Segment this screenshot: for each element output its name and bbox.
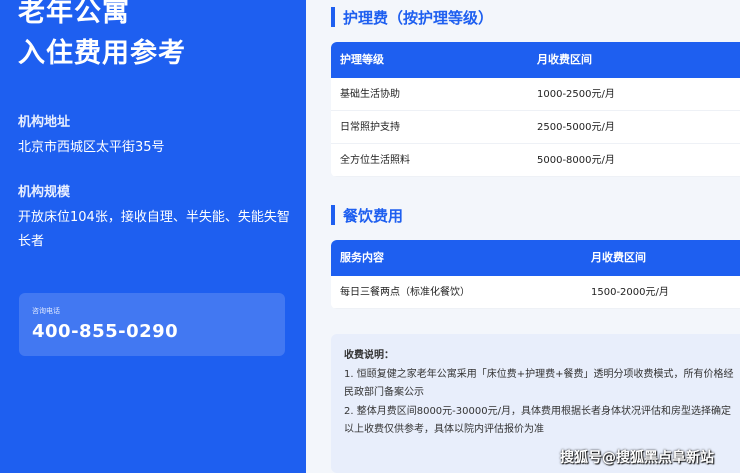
table-row: 全方位生活照料 5000-8000元/月 [331,144,740,177]
page-title-line1: 老年公寓 [18,0,130,28]
dining-section-title: 餐饮费用 [331,204,403,226]
table-cell: 2500-5000元/月 [537,122,615,133]
nursing-fee-table: 护理等级 月收费区间 基础生活协助 1000-2500元/月 日常照护支持 25… [331,42,740,177]
table-cell: 基础生活协助 [340,89,400,100]
scale-text: 开放床位104张，接收自理、半失能、失能失智长者 [18,210,290,249]
info-panel: 老年公寓 入住费用参考 机构地址 北京市西城区太平街35号 机构规模 开放床位1… [0,0,306,473]
phone-card[interactable]: 咨询电话 400-855-0290 [19,293,285,356]
table-row: 每日三餐两点（标准化餐饮） 1500-2000元/月 [331,276,740,309]
table-cell: 1000-2500元/月 [537,89,615,100]
notes-line: 2. 整体月费区间8000元-30000元/月，具体费用根据长者身体状况评估和房… [344,405,731,417]
phone-label: 咨询电话 [32,307,60,315]
scale-label: 机构规模 [18,185,71,200]
phone-number[interactable]: 400-855-0290 [32,321,178,342]
notes-line: 以上收费仅供参考，具体以院内评估报价为准 [344,424,544,435]
notes-title: 收费说明： [344,350,394,361]
fee-panel: 护理费（按护理等级） 护理等级 月收费区间 基础生活协助 1000-2500元/… [306,0,740,473]
header-cell: 护理等级 [340,53,384,66]
address-text: 北京市西城区太平街35号 [18,140,165,155]
nursing-section-title: 护理费（按护理等级） [331,6,493,28]
page-title-line2: 入住费用参考 [18,38,186,69]
header-cell: 月收费区间 [591,251,646,264]
table-cell: 全方位生活照料 [340,155,410,166]
source-watermark: 搜狐号@搜狐黑点阜新站 [560,450,714,466]
nursing-title-text: 护理费（按护理等级） [343,8,494,27]
section-accent-bar [331,7,335,27]
table-row: 基础生活协助 1000-2500元/月 [331,78,740,111]
table-cell: 日常照护支持 [340,122,400,133]
address-label: 机构地址 [18,115,71,130]
table-header: 服务内容 月收费区间 [331,240,740,276]
notes-line: 1. 恒颐复健之家老年公寓采用「床位费+护理费+餐费」透明分项收费模式，所有价格… [344,368,734,399]
table-row: 日常照护支持 2500-5000元/月 [331,111,740,144]
dining-fee-table: 服务内容 月收费区间 每日三餐两点（标准化餐饮） 1500-2000元/月 [331,240,740,309]
header-cell: 服务内容 [340,251,384,264]
table-header: 护理等级 月收费区间 [331,42,740,78]
table-cell: 5000-8000元/月 [537,155,615,166]
dining-title-text: 餐饮费用 [343,206,404,225]
section-accent-bar [331,205,335,225]
table-cell: 每日三餐两点（标准化餐饮） [340,287,470,298]
table-cell: 1500-2000元/月 [591,287,669,298]
header-cell: 月收费区间 [537,53,592,66]
